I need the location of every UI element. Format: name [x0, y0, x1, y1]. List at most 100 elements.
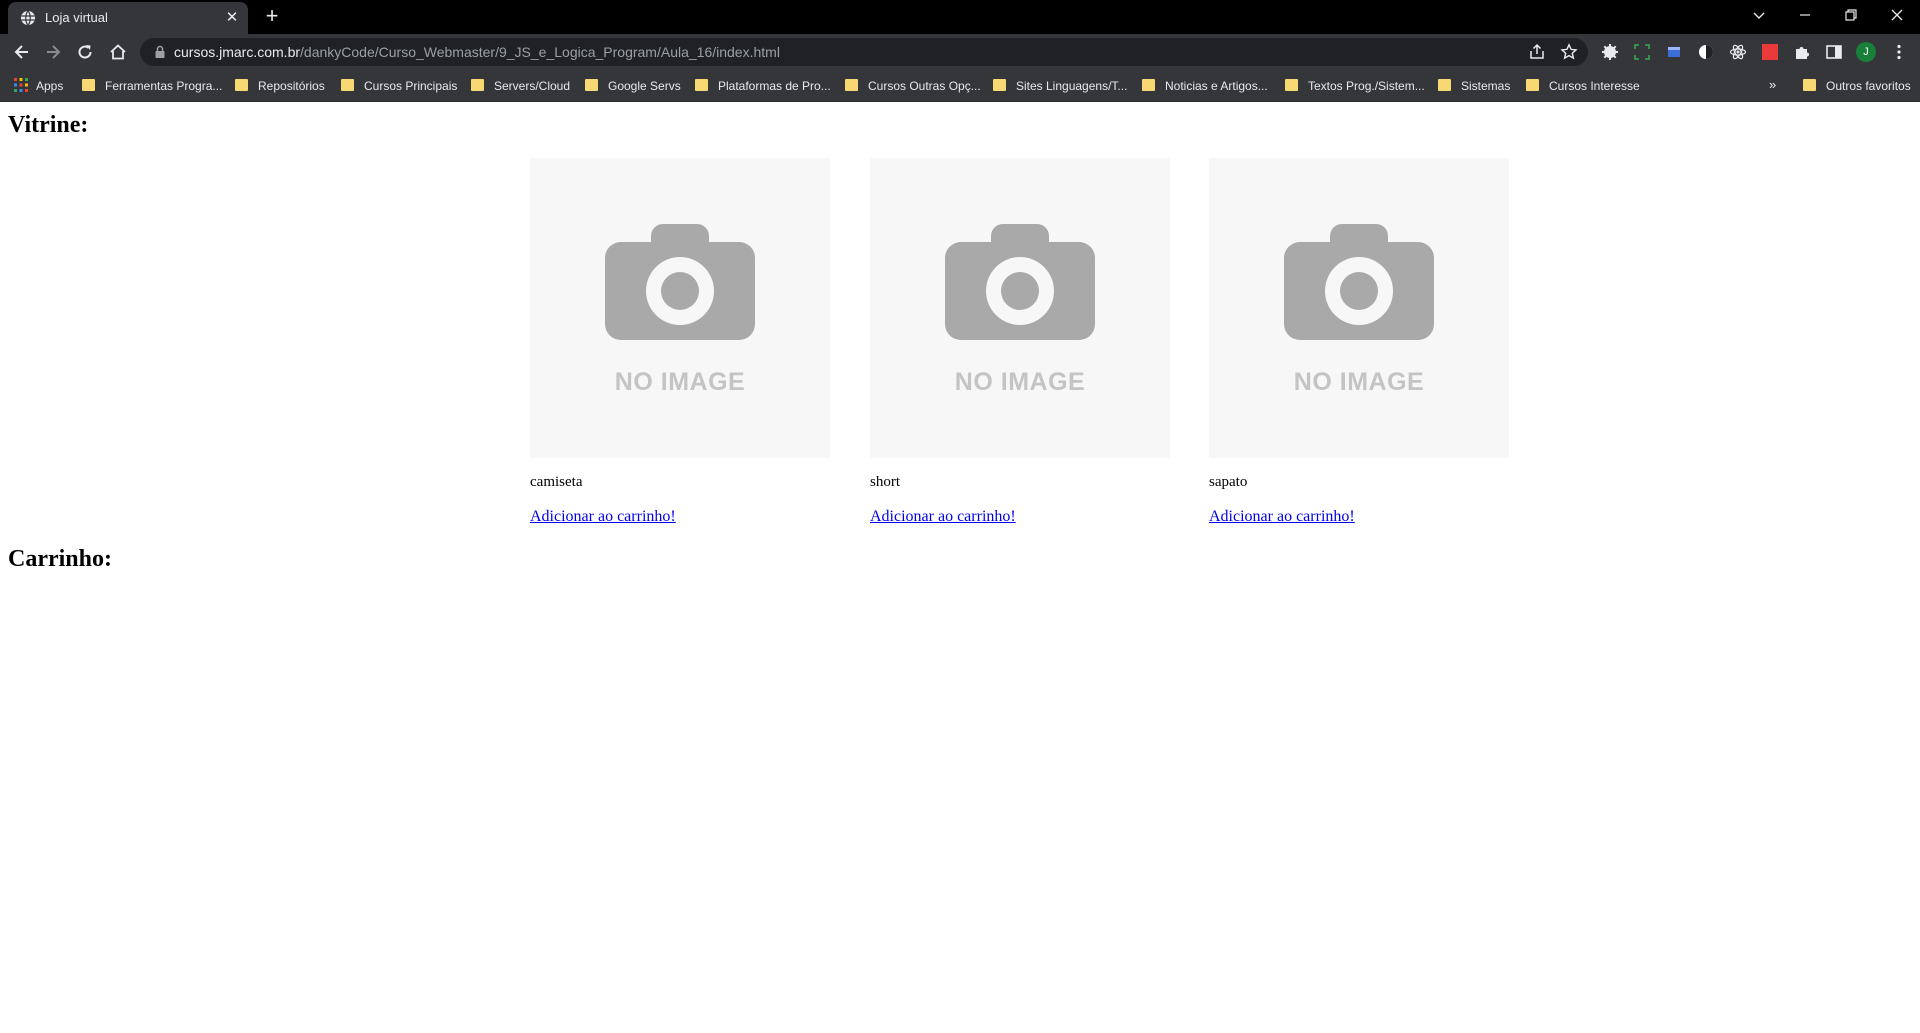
url-host: cursos.jmarc.com.br [174, 44, 301, 60]
add-to-cart-link[interactable]: Adicionar ao carrinho! [1209, 508, 1355, 526]
folder-icon [695, 79, 708, 91]
home-icon [110, 44, 126, 60]
profile-avatar[interactable]: J [1856, 42, 1876, 62]
close-tab-icon[interactable]: ✕ [224, 10, 240, 26]
close-window-button[interactable] [1874, 0, 1920, 30]
new-tab-button[interactable]: + [260, 5, 284, 29]
product-name: short [870, 474, 900, 490]
bookmark-label: Outros favoritos [1826, 79, 1911, 93]
apps-grid-icon [14, 78, 28, 92]
folder-icon [1526, 79, 1539, 91]
product-name: sapato [1209, 474, 1248, 490]
product-image-placeholder: NO IMAGE [870, 158, 1170, 458]
url-path: /dankyCode/Curso_Webmaster/9_JS_e_Logica… [300, 44, 780, 60]
camera-icon [605, 224, 755, 340]
camera-icon [945, 224, 1095, 340]
back-button[interactable] [10, 40, 34, 64]
bookmark-label: Repositórios [258, 79, 325, 93]
globe-icon [21, 10, 35, 26]
product-image-placeholder: NO IMAGE [530, 158, 830, 458]
arrow-left-icon [14, 45, 28, 59]
reload-button[interactable] [73, 40, 97, 64]
gear-extension-icon[interactable] [1601, 43, 1619, 61]
folder-icon [341, 79, 354, 91]
bookmark-folder[interactable]: Cursos Outras Opç... [845, 77, 981, 95]
folder-icon [993, 79, 1006, 91]
bookmark-label: Sistemas [1461, 79, 1511, 93]
bookmarks-overflow-button[interactable]: » [1769, 77, 1776, 92]
folder-icon [845, 79, 858, 91]
camera-icon [1284, 224, 1434, 340]
dark-mode-extension-icon[interactable] [1697, 43, 1715, 61]
bookmark-folder[interactable]: Noticias e Artigos... [1142, 77, 1268, 95]
bookmark-folder[interactable]: Google Servs [585, 77, 681, 95]
red-square-extension-icon[interactable] [1761, 43, 1779, 61]
bookmark-folder[interactable]: Plataformas de Pro... [695, 77, 831, 95]
reload-icon [78, 45, 92, 59]
bookmarks-bar: Apps Ferramentas Progra... Repositórios … [0, 70, 1920, 102]
puzzle-icon[interactable] [1793, 43, 1811, 61]
forward-button[interactable] [41, 40, 65, 64]
vitrine-heading: Vitrine: [8, 112, 89, 138]
url-text[interactable]: cursos.jmarc.com.br/dankyCode/Curso_Webm… [174, 44, 780, 60]
no-image-text: NO IMAGE [1293, 368, 1425, 396]
bookmark-folder[interactable]: Ferramentas Progra... [82, 77, 222, 95]
product-name: camiseta [530, 474, 583, 490]
share-icon[interactable] [1528, 43, 1546, 61]
folder-icon [471, 79, 484, 91]
close-icon [1891, 9, 1903, 21]
bookmark-label: Cursos Interesse [1549, 79, 1640, 93]
no-image-text: NO IMAGE [954, 368, 1086, 396]
chevron-down-icon [1753, 12, 1765, 19]
screenshot-extension-icon[interactable] [1633, 43, 1651, 61]
folder-icon [585, 79, 598, 91]
restore-button[interactable] [1828, 0, 1874, 30]
product-image-placeholder: NO IMAGE [1209, 158, 1509, 458]
bookmark-folder[interactable]: Repositórios [235, 77, 325, 95]
product-card: NO IMAGE camiseta Adicionar ao carrinho! [530, 158, 830, 525]
address-bar[interactable]: cursos.jmarc.com.br/dankyCode/Curso_Webm… [140, 38, 1588, 66]
folder-icon [1803, 79, 1816, 91]
minimize-icon [1800, 14, 1810, 16]
home-button[interactable] [106, 40, 130, 64]
product-card: NO IMAGE sapato Adicionar ao carrinho! [1209, 158, 1509, 525]
add-to-cart-link[interactable]: Adicionar ao carrinho! [530, 508, 676, 526]
bookmark-folder[interactable]: Sistemas [1438, 77, 1510, 95]
star-icon[interactable] [1560, 43, 1578, 61]
window-extension-icon[interactable] [1665, 43, 1683, 61]
bookmark-folder[interactable]: Sites Linguagens/T... [993, 77, 1127, 95]
browser-toolbar: cursos.jmarc.com.br/dankyCode/Curso_Webm… [0, 34, 1920, 70]
bookmark-label: Cursos Outras Opç... [868, 79, 981, 93]
add-to-cart-link[interactable]: Adicionar ao carrinho! [870, 508, 1016, 526]
more-vert-icon[interactable] [1890, 43, 1908, 61]
bookmark-apps[interactable]: Apps [14, 77, 63, 95]
react-devtools-icon[interactable] [1729, 43, 1747, 61]
lock-icon[interactable] [154, 45, 166, 59]
folder-icon [235, 79, 248, 91]
bookmark-label: Ferramentas Progra... [105, 79, 223, 93]
bookmark-label: Servers/Cloud [494, 79, 571, 93]
bookmark-folder[interactable]: Cursos Interesse [1526, 77, 1640, 95]
bookmark-label: Cursos Principais [364, 79, 458, 93]
tab-search-button[interactable] [1736, 0, 1782, 30]
tab-loja-virtual[interactable]: Loja virtual ✕ [8, 2, 248, 34]
bookmark-folder[interactable]: Cursos Principais [341, 77, 457, 95]
side-panel-icon[interactable] [1825, 43, 1843, 61]
no-image-text: NO IMAGE [614, 368, 746, 396]
bookmark-label: Plataformas de Pro... [718, 79, 831, 93]
bookmark-label: Textos Prog./Sistem... [1308, 79, 1425, 93]
other-bookmarks-folder[interactable]: Outros favoritos [1803, 77, 1911, 95]
tab-strip: Loja virtual ✕ + [0, 0, 1920, 34]
folder-icon [1142, 79, 1155, 91]
page-content: Vitrine: NO IMAGE camiseta Adicionar ao … [0, 102, 1920, 1033]
folder-icon [1438, 79, 1451, 91]
folder-icon [82, 79, 95, 91]
arrow-right-icon [47, 45, 61, 59]
minimize-button[interactable] [1782, 0, 1828, 30]
bookmark-folder[interactable]: Textos Prog./Sistem... [1285, 77, 1425, 95]
carrinho-heading: Carrinho: [8, 546, 112, 572]
product-card: NO IMAGE short Adicionar ao carrinho! [870, 158, 1170, 525]
bookmark-label: Apps [36, 79, 64, 93]
bookmark-folder[interactable]: Servers/Cloud [471, 77, 570, 95]
tab-title: Loja virtual [45, 10, 108, 25]
